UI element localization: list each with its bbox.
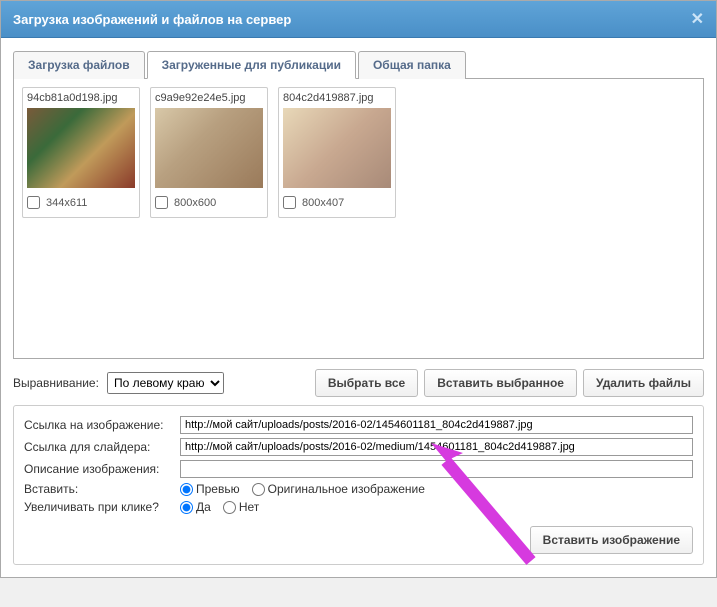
thumbnail-dimensions: 344x611 <box>46 197 87 209</box>
insert-mode-radios: Превью Оригинальное изображение <box>180 482 425 496</box>
thumbnail-filename: 94cb81a0d198.jpg <box>27 92 135 104</box>
thumbnail-dimensions: 800x600 <box>174 197 216 209</box>
zoom-no-option[interactable]: Нет <box>223 500 259 514</box>
submit-row: Вставить изображение <box>24 526 693 554</box>
zoom-radios: Да Нет <box>180 500 259 514</box>
thumbnail-item[interactable]: c9a9e92e24e5.jpg 800x600 <box>150 87 268 218</box>
insert-selected-button[interactable]: Вставить выбранное <box>424 369 577 397</box>
slider-link-input[interactable] <box>180 438 693 456</box>
thumbnail-filename: 804c2d419887.jpg <box>283 92 391 104</box>
thumbnail-image[interactable] <box>283 108 391 188</box>
action-buttons: Выбрать все Вставить выбранное Удалить ф… <box>315 369 704 397</box>
thumbnail-checkbox[interactable] <box>155 196 168 209</box>
thumbnail-checkbox[interactable] <box>283 196 296 209</box>
dialog-content: Загрузка файлов Загруженные для публикац… <box>1 38 716 577</box>
insert-preview-radio[interactable] <box>180 483 193 496</box>
thumbnail-item[interactable]: 94cb81a0d198.jpg 344x611 <box>22 87 140 218</box>
dialog-title: Загрузка изображений и файлов на сервер <box>13 12 291 27</box>
thumbnail-size-row: 800x600 <box>155 194 263 213</box>
thumbnail-dimensions: 800x407 <box>302 197 344 209</box>
tab-uploaded-for-publication[interactable]: Загруженные для публикации <box>147 51 356 79</box>
description-input[interactable] <box>180 460 693 478</box>
zoom-no-radio[interactable] <box>223 501 236 514</box>
image-link-label: Ссылка на изображение: <box>24 418 174 432</box>
align-select[interactable]: По левому краю <box>107 372 224 394</box>
thumbnail-size-row: 344x611 <box>27 194 135 213</box>
thumbnail-image[interactable] <box>27 108 135 188</box>
zoom-yes-option[interactable]: Да <box>180 500 211 514</box>
delete-files-button[interactable]: Удалить файлы <box>583 369 704 397</box>
insert-original-option[interactable]: Оригинальное изображение <box>252 482 425 496</box>
tab-upload[interactable]: Загрузка файлов <box>13 51 145 79</box>
insert-original-radio[interactable] <box>252 483 265 496</box>
insert-preview-option[interactable]: Превью <box>180 482 240 496</box>
zoom-on-click-label: Увеличивать при клике? <box>24 500 174 514</box>
align-label: Выравнивание: <box>13 376 99 390</box>
insert-mode-label: Вставить: <box>24 482 174 496</box>
thumbnail-checkbox[interactable] <box>27 196 40 209</box>
description-label: Описание изображения: <box>24 462 174 476</box>
upload-dialog: Загрузка изображений и файлов на сервер … <box>0 0 717 578</box>
tabs: Загрузка файлов Загруженные для публикац… <box>13 50 704 79</box>
thumbnails-list: 94cb81a0d198.jpg 344x611 c9a9e92e24e5.jp… <box>22 87 695 218</box>
thumbnail-item[interactable]: 804c2d419887.jpg 800x407 <box>278 87 396 218</box>
thumbnail-filename: c9a9e92e24e5.jpg <box>155 92 263 104</box>
select-all-button[interactable]: Выбрать все <box>315 369 418 397</box>
insert-image-button[interactable]: Вставить изображение <box>530 526 693 554</box>
dialog-titlebar: Загрузка изображений и файлов на сервер … <box>1 1 716 38</box>
thumbnail-image[interactable] <box>155 108 263 188</box>
tab-shared-folder[interactable]: Общая папка <box>358 51 466 79</box>
thumbnails-panel: 94cb81a0d198.jpg 344x611 c9a9e92e24e5.jp… <box>13 79 704 359</box>
slider-link-label: Ссылка для слайдера: <box>24 440 174 454</box>
align-and-actions-row: Выравнивание: По левому краю Выбрать все… <box>13 369 704 397</box>
image-details-form: Ссылка на изображение: Ссылка для слайде… <box>13 405 704 565</box>
zoom-yes-radio[interactable] <box>180 501 193 514</box>
thumbnail-size-row: 800x407 <box>283 194 391 213</box>
image-link-input[interactable] <box>180 416 693 434</box>
close-icon[interactable]: ✕ <box>691 9 704 29</box>
